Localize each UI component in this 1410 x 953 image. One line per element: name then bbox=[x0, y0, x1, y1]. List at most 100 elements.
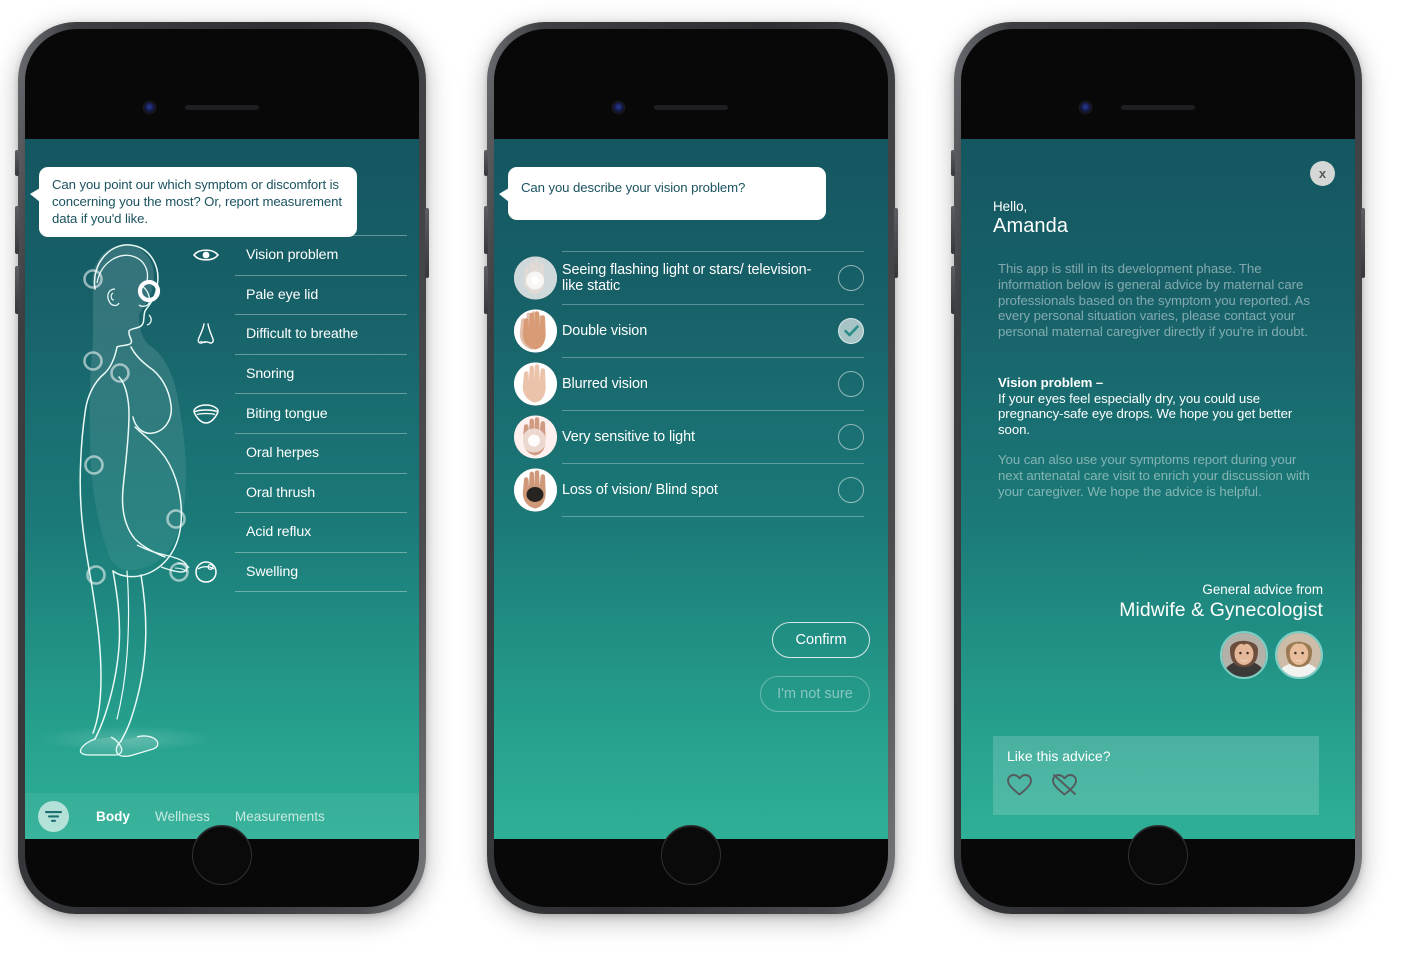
option-label: Blurred vision bbox=[562, 375, 648, 392]
option-radio[interactable] bbox=[838, 265, 864, 291]
front-camera-icon bbox=[613, 102, 624, 113]
swollen-face-icon bbox=[191, 557, 221, 587]
screen-body-map: Can you point our which symptom or disco… bbox=[25, 139, 419, 839]
option-label: Very sensitive to light bbox=[562, 428, 695, 445]
assistant-bubble-2-text: Can you describe your vision problem? bbox=[521, 180, 746, 195]
heart-crossed-icon[interactable] bbox=[1051, 773, 1078, 802]
symptom-row-oral-herpes[interactable]: Oral herpes bbox=[235, 434, 407, 474]
symptom-label: Pale eye lid bbox=[246, 286, 319, 303]
advice-source-roles: Midwife & Gynecologist bbox=[1119, 599, 1323, 621]
symptom-label: Snoring bbox=[246, 366, 295, 383]
eye-icon bbox=[191, 240, 221, 270]
disclaimer-paragraph: This app is still in its development pha… bbox=[998, 261, 1310, 340]
power-button[interactable] bbox=[1361, 208, 1365, 278]
mute-switch[interactable] bbox=[951, 150, 955, 176]
tab-wellness[interactable]: Wellness bbox=[155, 809, 210, 824]
earpiece-speaker bbox=[1121, 105, 1195, 110]
tab-measurements[interactable]: Measurements bbox=[235, 809, 325, 824]
outro-paragraph: You can also use your symptoms report du… bbox=[998, 452, 1310, 499]
option-row-blurred-vision[interactable]: Blurred vision bbox=[514, 358, 864, 411]
avatar bbox=[1275, 631, 1323, 679]
hand-flashing-light-thumb bbox=[514, 256, 557, 300]
option-row-loss-of-vision[interactable]: Loss of vision/ Blind spot bbox=[514, 464, 864, 517]
not-sure-button[interactable]: I'm not sure bbox=[760, 676, 870, 712]
phone-device-3: x Hello, Amanda This app is still in its… bbox=[951, 22, 1365, 914]
mouth-icon bbox=[191, 399, 221, 429]
volume-down-button[interactable] bbox=[484, 266, 488, 314]
option-label: Seeing flashing light or stars/ televisi… bbox=[562, 261, 812, 295]
screen-advice: x Hello, Amanda This app is still in its… bbox=[961, 139, 1355, 839]
assistant-bubble-1-text: Can you point our which symptom or disco… bbox=[52, 177, 342, 226]
symptom-row-difficult-to-breathe[interactable]: Difficult to breathe bbox=[197, 315, 407, 355]
tab-group: Body Wellness Measurements bbox=[96, 809, 325, 824]
user-name: Amanda bbox=[993, 215, 1069, 237]
feedback-icons bbox=[1006, 773, 1078, 802]
option-radio[interactable] bbox=[838, 424, 864, 450]
nose-icon bbox=[191, 319, 221, 349]
option-label: Double vision bbox=[562, 322, 648, 339]
symptom-row-pale-eye-lid[interactable]: Pale eye lid bbox=[235, 276, 407, 316]
option-radio-selected[interactable] bbox=[838, 318, 864, 344]
filter-icon[interactable] bbox=[38, 800, 69, 832]
front-camera-icon bbox=[144, 102, 155, 113]
option-row-double-vision[interactable]: Double vision bbox=[514, 305, 864, 358]
option-label: Loss of vision/ Blind spot bbox=[562, 481, 718, 498]
earpiece-speaker bbox=[654, 105, 728, 110]
volume-up-button[interactable] bbox=[484, 206, 488, 254]
volume-down-button[interactable] bbox=[951, 266, 955, 314]
home-button[interactable] bbox=[192, 825, 252, 885]
advice-title: Vision problem – bbox=[998, 375, 1104, 390]
option-row-flashing-light[interactable]: Seeing flashing light or stars/ televisi… bbox=[514, 251, 864, 305]
advisor-avatars bbox=[1220, 631, 1323, 679]
phone-2-body: Can you describe your vision problem? Se… bbox=[494, 29, 888, 907]
symptom-label: Swelling bbox=[246, 564, 299, 581]
symptom-list[interactable]: Vision problem Pale eye lid Difficult to bbox=[193, 235, 407, 593]
heart-icon[interactable] bbox=[1006, 773, 1033, 802]
symptom-label: Difficult to breathe bbox=[246, 326, 359, 343]
hand-blurred-thumb bbox=[514, 362, 557, 406]
advice-source-label: General advice from bbox=[1202, 582, 1323, 597]
power-button[interactable] bbox=[894, 208, 898, 278]
option-radio[interactable] bbox=[838, 371, 864, 397]
option-radio[interactable] bbox=[838, 477, 864, 503]
option-row-sensitive-to-light[interactable]: Very sensitive to light bbox=[514, 411, 864, 464]
advice-block: Vision problem – If your eyes feel espec… bbox=[998, 375, 1318, 437]
hand-light-sensitive-thumb bbox=[514, 415, 557, 459]
symptom-row-acid-reflux[interactable]: Acid reflux bbox=[235, 513, 407, 553]
power-button[interactable] bbox=[425, 208, 429, 278]
symptom-row-oral-thrush[interactable]: Oral thrush bbox=[235, 474, 407, 514]
confirm-button[interactable]: Confirm bbox=[772, 622, 870, 658]
advice-body: If your eyes feel especially dry, you co… bbox=[998, 390, 1293, 437]
symptom-label: Biting tongue bbox=[246, 405, 328, 422]
vision-option-list[interactable]: Seeing flashing light or stars/ televisi… bbox=[514, 251, 864, 517]
mute-switch[interactable] bbox=[15, 150, 19, 176]
home-button[interactable] bbox=[661, 825, 721, 885]
phone-device-1: Can you point our which symptom or disco… bbox=[15, 22, 429, 914]
close-icon[interactable]: x bbox=[1310, 161, 1335, 186]
phone-3-body: x Hello, Amanda This app is still in its… bbox=[961, 29, 1355, 907]
volume-down-button[interactable] bbox=[15, 266, 19, 314]
feedback-box: Like this advice? bbox=[993, 736, 1319, 815]
symptom-row-biting-tongue[interactable]: Biting tongue bbox=[193, 394, 407, 434]
avatar bbox=[1220, 631, 1268, 679]
symptom-label: Acid reflux bbox=[246, 524, 312, 541]
three-phone-mockup: Can you point our which symptom or disco… bbox=[0, 0, 1410, 953]
hand-double-vision-thumb bbox=[514, 309, 557, 353]
front-camera-icon bbox=[1080, 102, 1091, 113]
greeting-text: Hello, bbox=[993, 199, 1028, 214]
volume-up-button[interactable] bbox=[951, 206, 955, 254]
earpiece-speaker bbox=[185, 105, 259, 110]
body-illustration bbox=[38, 244, 214, 757]
screen-symptom-detail: Can you describe your vision problem? Se… bbox=[494, 139, 888, 839]
symptom-label: Vision problem bbox=[246, 247, 339, 264]
tab-body[interactable]: Body bbox=[96, 809, 130, 824]
symptom-row-snoring[interactable]: Snoring bbox=[235, 355, 407, 395]
symptom-label: Oral thrush bbox=[246, 484, 316, 501]
symptom-row-vision-problem[interactable]: Vision problem bbox=[193, 235, 407, 276]
mute-switch[interactable] bbox=[484, 150, 488, 176]
assistant-bubble-2: Can you describe your vision problem? bbox=[499, 167, 826, 220]
symptom-row-swelling[interactable]: Swelling bbox=[195, 553, 407, 593]
volume-up-button[interactable] bbox=[15, 206, 19, 254]
feedback-title: Like this advice? bbox=[1007, 748, 1111, 764]
home-button[interactable] bbox=[1128, 825, 1188, 885]
